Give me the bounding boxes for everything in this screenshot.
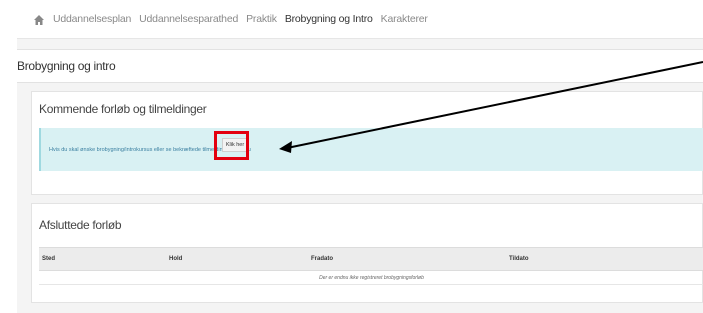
highlight-box [214, 131, 249, 160]
nav-item-uddannelsesparathed[interactable]: Uddannelsesparathed [139, 13, 238, 25]
upcoming-panel: Kommende forløb og tilmeldinger Hvis du … [31, 91, 703, 195]
column-header-fradato[interactable]: Fradato [311, 256, 333, 262]
info-alert: Hvis du skal ønske brobygning/introkursu… [39, 128, 703, 171]
completed-panel: Afsluttede forløb Sted Hold Fradato Tild… [31, 203, 703, 303]
table-header: Sted Hold Fradato Tildato [39, 247, 703, 271]
nav-item-karakterer[interactable]: Karakterer [381, 13, 428, 25]
nav-item-praktik[interactable]: Praktik [246, 13, 277, 25]
page-content: Brobygning og intro Kommende forløb og t… [17, 38, 703, 313]
page-title: Brobygning og intro [17, 59, 116, 73]
empty-table-row: Der er endnu ikke registreret brobygning… [39, 271, 703, 285]
page-header: Brobygning og intro [17, 49, 703, 83]
completed-panel-title: Afsluttede forløb [39, 218, 122, 232]
column-header-sted[interactable]: Sted [42, 256, 55, 262]
home-icon[interactable] [33, 13, 45, 25]
column-header-tildato[interactable]: Tildato [509, 256, 529, 262]
nav-item-uddannelsesplan[interactable]: Uddannelsesplan [53, 13, 131, 25]
top-navigation: Uddannelsesplan Uddannelsesparathed Prak… [0, 0, 703, 38]
completed-table: Sted Hold Fradato Tildato Der er endnu i… [39, 247, 703, 285]
nav-item-brobygning-og-intro[interactable]: Brobygning og Intro [285, 13, 373, 25]
upcoming-panel-title: Kommende forløb og tilmeldinger [39, 102, 207, 116]
column-header-hold[interactable]: Hold [169, 256, 182, 262]
empty-message: Der er endnu ikke registreret brobygning… [319, 274, 424, 281]
